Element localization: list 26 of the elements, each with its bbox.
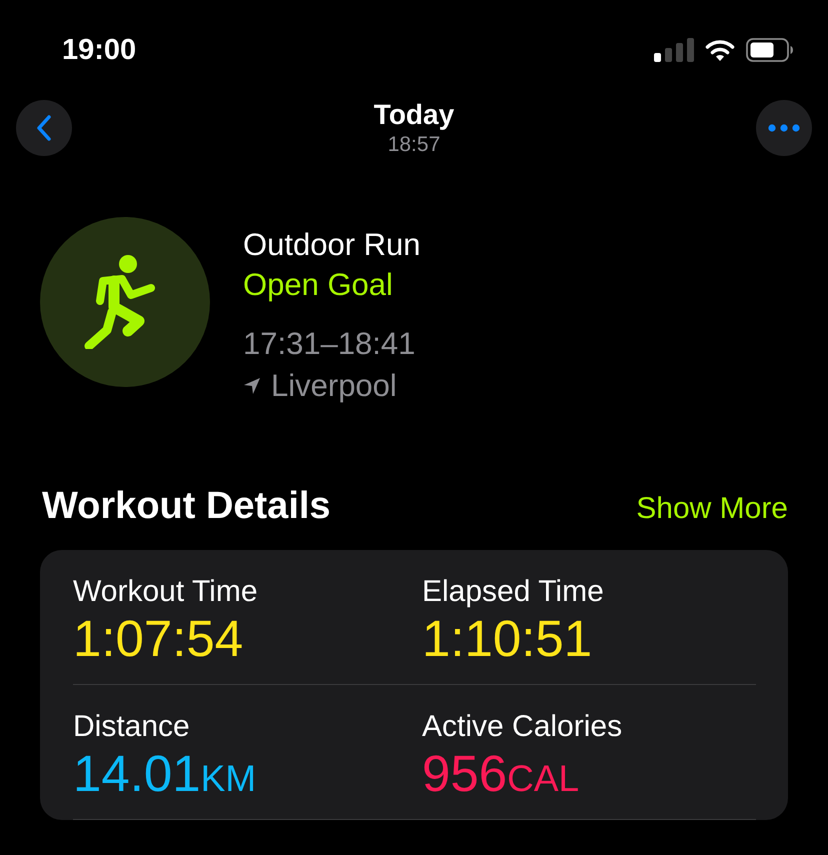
metric-unit: KM [200, 758, 256, 800]
workout-goal: Open Goal [243, 266, 394, 304]
metric-label: Workout Time [73, 574, 258, 610]
section-title: Workout Details [42, 485, 331, 528]
location-arrow-icon [243, 377, 261, 395]
metric-value: 14.01 [73, 745, 201, 803]
show-more-link[interactable]: Show More [636, 492, 788, 526]
nav-title: Today [374, 99, 454, 131]
back-icon [36, 114, 52, 142]
metric-value: 956 [422, 745, 508, 803]
nav-subtitle: 18:57 [388, 133, 440, 157]
signal-icon [654, 38, 694, 62]
wifi-icon [704, 38, 736, 62]
metric-unit: CAL [507, 758, 580, 800]
metric-label: Elapsed Time [422, 574, 605, 610]
time-range: 17:31–18:41 [243, 325, 416, 363]
status-time: 19:00 [62, 34, 136, 66]
metric-label: Distance [73, 709, 191, 745]
metric-value: 1:10:51 [422, 610, 592, 668]
more-icon [768, 124, 800, 132]
metric-value: 1:07:54 [73, 610, 244, 668]
location-text: Liverpool [271, 367, 397, 405]
battery-icon [746, 38, 794, 62]
metric-label: Active Calories [422, 709, 624, 745]
workout-name: Outdoor Run [243, 226, 420, 264]
runner-icon [84, 255, 158, 349]
